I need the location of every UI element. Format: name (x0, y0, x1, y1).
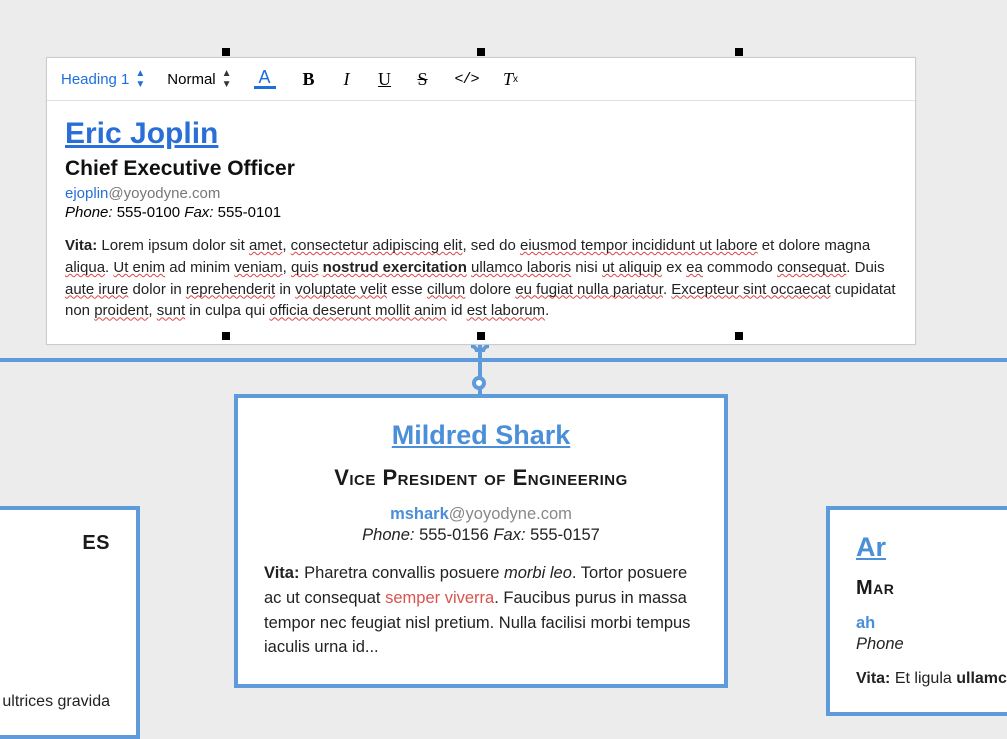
underline-button[interactable]: U (374, 69, 396, 90)
person-phone: Phone: 555-0100 Fax: 555-0101 (65, 204, 897, 221)
clear-format-button[interactable]: Tx (500, 69, 522, 90)
person-title: Vice President of Engineering (264, 465, 698, 491)
bold-button[interactable]: B (298, 69, 320, 90)
vita-fragment: Vita: Et ligula ullamcor (856, 670, 1007, 688)
code-button[interactable]: </> (456, 71, 478, 88)
person-phone: Phone: 555-0156 Fax: 555-0157 (264, 526, 698, 545)
rich-text-toolbar: Heading 1 ▲▼ Normal ▲▼ A B I U S </> Tx (47, 58, 915, 101)
vita-fragment: e ultrices gravida (0, 693, 110, 711)
editor-content[interactable]: Eric Joplin Chief Executive Officer ejop… (47, 101, 915, 344)
person-name-fragment: Ar (856, 532, 1007, 563)
person-name-heading: Eric Joplin (65, 117, 897, 151)
org-card-partial-right[interactable]: Ar Mar ah Phone Vita: Et ligula ullamcor (826, 506, 1007, 716)
org-card-mildred-shark[interactable]: Mildred Shark Vice President of Engineer… (234, 394, 728, 688)
person-name-heading: Mildred Shark (264, 420, 698, 451)
inline-format-picker[interactable]: Normal ▲▼ (167, 68, 231, 90)
org-card-partial-left[interactable]: ES e ultrices gravida (0, 506, 140, 739)
italic-button[interactable]: I (336, 69, 358, 90)
person-vita: Vita: Pharetra convallis posuere morbi l… (264, 561, 698, 660)
person-title: Chief Executive Officer (65, 157, 897, 181)
org-connector-ring (472, 376, 486, 390)
phone-fragment: Phone (856, 635, 1007, 654)
person-email: mshark@yoyodyne.com (264, 505, 698, 524)
text-color-button[interactable]: A (254, 69, 276, 88)
block-format-picker[interactable]: Heading 1 ▲▼ (61, 68, 145, 90)
editor-panel: Heading 1 ▲▼ Normal ▲▼ A B I U S </> Tx … (46, 57, 916, 345)
inline-format-label: Normal (167, 71, 215, 88)
person-email: ejoplin@yoyodyne.com (65, 185, 897, 202)
person-title-fragment: ES (0, 532, 110, 555)
chevron-updown-icon: ▲▼ (135, 68, 145, 90)
format-group: B I U S (298, 69, 434, 90)
org-connector-horizontal (0, 358, 1007, 362)
chevron-updown-icon: ▲▼ (222, 68, 232, 90)
strike-button[interactable]: S (412, 69, 434, 90)
person-vita: Vita: Lorem ipsum dolor sit amet, consec… (65, 235, 897, 322)
person-title-fragment: Mar (856, 577, 1007, 600)
email-fragment: ah (856, 614, 1007, 633)
block-format-label: Heading 1 (61, 71, 129, 88)
